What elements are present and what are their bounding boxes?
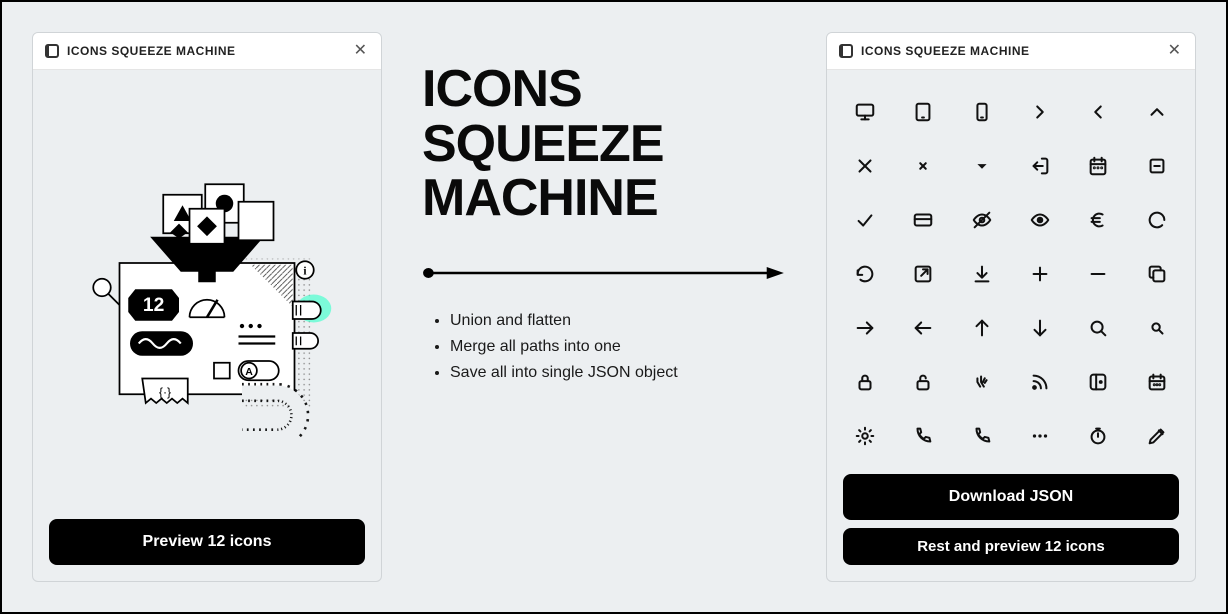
headline-line1: ICONS (422, 62, 786, 117)
calendar-icon[interactable] (1076, 146, 1120, 186)
close-icon[interactable]: ✕ (352, 41, 369, 61)
flow-arrow (422, 266, 786, 274)
tablet-icon[interactable] (901, 92, 945, 132)
chevron-left-icon[interactable] (1076, 92, 1120, 132)
feature-item: Save all into single JSON object (450, 364, 786, 382)
eye-off-icon[interactable] (960, 200, 1004, 240)
monitor-icon[interactable] (843, 92, 887, 132)
x-large-icon[interactable] (843, 146, 887, 186)
copy-icon[interactable] (1135, 254, 1179, 294)
right-titlebar: ICONS SQUEEZE MACHINE ✕ (827, 33, 1195, 70)
external-icon[interactable] (901, 254, 945, 294)
icon-grid (843, 86, 1179, 474)
left-titlebar: ICONS SQUEEZE MACHINE ✕ (33, 33, 381, 70)
check-icon[interactable] (843, 200, 887, 240)
more-icon[interactable] (1018, 416, 1062, 456)
close-icon[interactable]: ✕ (1166, 41, 1183, 61)
left-title: ICONS SQUEEZE MACHINE (67, 44, 344, 58)
rss-icon[interactable] (1018, 362, 1062, 402)
chevron-up-icon[interactable] (1135, 92, 1179, 132)
preview-button[interactable]: Preview 12 icons (49, 519, 365, 565)
svg-text:A: A (245, 366, 253, 378)
download-icon[interactable] (960, 254, 1004, 294)
minus-icon[interactable] (1076, 254, 1120, 294)
feature-item: Merge all paths into one (450, 338, 786, 356)
phone-icon[interactable] (901, 416, 945, 456)
arrow-up-icon[interactable] (960, 308, 1004, 348)
mobile-icon[interactable] (960, 92, 1004, 132)
arrow-left-icon[interactable] (901, 308, 945, 348)
svg-text:{·}: {·} (159, 385, 171, 399)
search-icon[interactable] (1076, 308, 1120, 348)
center-column: ICONS SQUEEZE MACHINE Union and flatten … (412, 32, 796, 582)
undo-icon[interactable] (843, 254, 887, 294)
sidebar-icon[interactable] (1076, 362, 1120, 402)
refresh-partial-icon[interactable] (1135, 200, 1179, 240)
left-panel: ICONS SQUEEZE MACHINE ✕ (32, 32, 382, 582)
timer-icon[interactable] (1076, 416, 1120, 456)
x-small-icon[interactable] (901, 146, 945, 186)
phone-alt-icon[interactable] (960, 416, 1004, 456)
note-icon[interactable] (1135, 146, 1179, 186)
eye-icon[interactable] (1018, 200, 1062, 240)
unlock-icon[interactable] (901, 362, 945, 402)
right-panel: ICONS SQUEEZE MACHINE ✕ Download JSON Re… (826, 32, 1196, 582)
chevron-right-icon[interactable] (1018, 92, 1062, 132)
caret-down-icon[interactable] (960, 146, 1004, 186)
app-icon (45, 44, 59, 58)
lock-icon[interactable] (843, 362, 887, 402)
reset-preview-button[interactable]: Rest and preview 12 icons (843, 528, 1179, 565)
search-small-icon[interactable] (1135, 308, 1179, 348)
app-icon (839, 44, 853, 58)
illustration-count: 12 (143, 295, 164, 316)
logout-icon[interactable] (1018, 146, 1062, 186)
headline-line2: SQUEEZE (422, 117, 786, 172)
headline: ICONS SQUEEZE MACHINE (422, 62, 786, 226)
date-picker-icon[interactable] (1135, 362, 1179, 402)
euro-icon[interactable] (1076, 200, 1120, 240)
plus-icon[interactable] (1018, 254, 1062, 294)
download-json-button[interactable]: Download JSON (843, 474, 1179, 520)
feature-list: Union and flatten Merge all paths into o… (422, 304, 786, 390)
edit-icon[interactable] (1135, 416, 1179, 456)
peace-icon[interactable] (960, 362, 1004, 402)
headline-line3: MACHINE (422, 171, 786, 226)
arrow-right-icon[interactable] (843, 308, 887, 348)
card-icon[interactable] (901, 200, 945, 240)
gear-icon[interactable] (843, 416, 887, 456)
left-body: i 1 (33, 70, 381, 581)
right-body: Download JSON Rest and preview 12 icons (827, 70, 1195, 581)
feature-item: Union and flatten (450, 312, 786, 330)
right-title: ICONS SQUEEZE MACHINE (861, 44, 1158, 58)
machine-illustration: i 1 (49, 86, 365, 519)
arrow-down-icon[interactable] (1018, 308, 1062, 348)
svg-text:i: i (303, 265, 306, 277)
